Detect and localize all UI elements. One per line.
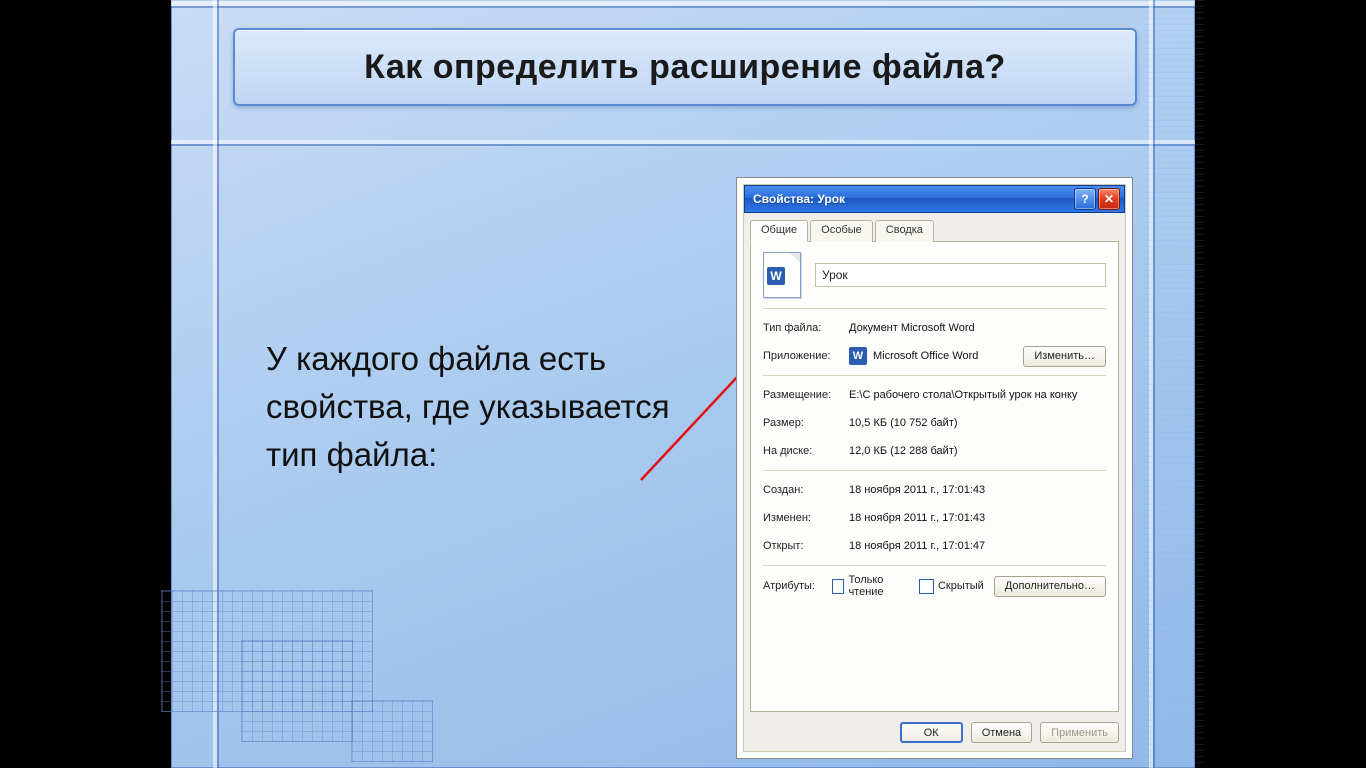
word-app-icon: W — [849, 347, 867, 365]
modified-value: 18 ноября 2011 г., 17:01:43 — [849, 512, 1106, 524]
file-type-value: Документ Microsoft Word — [849, 322, 1106, 334]
disk-size-value: 12,0 КБ (12 288 байт) — [849, 445, 1106, 457]
dialog-title: Свойства: Урок — [749, 192, 1072, 206]
slide: Как определить расширение файла? У каждо… — [171, 0, 1195, 768]
readonly-label: Только чтение — [848, 574, 909, 598]
filename-field[interactable]: Урок — [815, 263, 1106, 287]
tab-special[interactable]: Особые — [810, 220, 873, 242]
decoration-right — [1145, 0, 1205, 768]
help-button[interactable]: ? — [1074, 188, 1096, 210]
slide-body-text: У каждого файла есть свойства, где указы… — [266, 335, 696, 479]
size-value: 10,5 КБ (10 752 байт) — [849, 417, 1106, 429]
dialog-tabs: Общие Особые Сводка — [750, 219, 1119, 242]
location-label: Размещение: — [763, 389, 849, 401]
file-type-icon: W — [763, 252, 801, 298]
slide-title-box: Как определить расширение файла? — [233, 28, 1137, 106]
tab-summary[interactable]: Сводка — [875, 220, 934, 242]
modified-label: Изменен: — [763, 512, 849, 524]
readonly-checkbox[interactable]: Только чтение — [832, 574, 909, 598]
grid-decoration — [351, 700, 433, 762]
opened-value: 18 ноября 2011 г., 17:01:47 — [849, 540, 1106, 552]
cancel-button[interactable]: Отмена — [971, 722, 1032, 743]
size-label: Размер: — [763, 417, 849, 429]
file-properties-dialog: Свойства: Урок ? ✕ Общие Особые Сводка W… — [736, 177, 1133, 759]
change-app-button[interactable]: Изменить… — [1023, 346, 1106, 367]
application-value: Microsoft Office Word — [873, 350, 1023, 362]
created-value: 18 ноября 2011 г., 17:01:43 — [849, 484, 1106, 496]
ok-button[interactable]: ОК — [900, 722, 963, 743]
advanced-button[interactable]: Дополнительно… — [994, 576, 1106, 597]
dialog-titlebar: Свойства: Урок ? ✕ — [744, 185, 1125, 213]
location-value: E:\С рабочего стола\Открытый урок на кон… — [849, 389, 1106, 401]
file-type-label: Тип файла: — [763, 322, 849, 334]
dialog-footer: ОК Отмена Применить — [750, 722, 1119, 743]
grid-decoration — [241, 640, 353, 742]
created-label: Создан: — [763, 484, 849, 496]
hidden-label: Скрытый — [938, 580, 984, 592]
attributes-label: Атрибуты: — [763, 580, 822, 592]
tab-general[interactable]: Общие — [750, 220, 808, 242]
disk-size-label: На диске: — [763, 445, 849, 457]
apply-button[interactable]: Применить — [1040, 722, 1119, 743]
slide-title: Как определить расширение файла? — [364, 48, 1006, 87]
close-button[interactable]: ✕ — [1098, 188, 1120, 210]
opened-label: Открыт: — [763, 540, 849, 552]
tab-body-general: W Урок Тип файла: Документ Microsoft Wor… — [750, 242, 1119, 712]
application-label: Приложение: — [763, 350, 849, 362]
hidden-checkbox[interactable]: Скрытый — [919, 579, 984, 594]
